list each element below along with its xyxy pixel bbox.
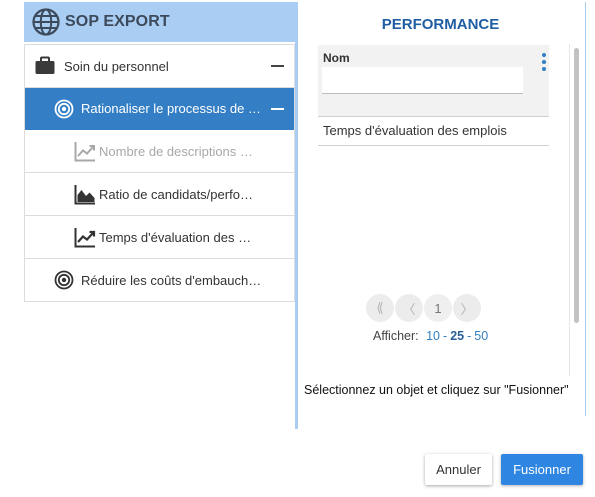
globe-icon xyxy=(32,8,60,36)
merge-button[interactable]: Fusionner xyxy=(501,454,583,485)
prev-page-button[interactable]: 〈 xyxy=(395,294,423,322)
cancel-button[interactable]: Annuler xyxy=(425,454,492,485)
first-page-button[interactable]: ⟪ xyxy=(366,294,394,322)
name-filter-input[interactable] xyxy=(322,67,523,94)
page-size-selector: Afficher: 10-25-50 xyxy=(373,329,488,343)
panel-divider xyxy=(295,2,298,429)
page-size-label: Afficher: xyxy=(373,329,419,343)
tree-item-rationaliser[interactable]: Rationaliser le processus de r… xyxy=(25,88,294,130)
tree-item-nombre-descriptions[interactable]: Nombre de descriptions é… xyxy=(25,130,294,173)
page-size-25[interactable]: 25 xyxy=(450,329,464,343)
tree-item-label: Réduire les coûts d'embauche… xyxy=(81,272,265,288)
panel-title: PERFORMANCE xyxy=(381,16,500,33)
tree-item-reduire-couts[interactable]: Réduire les coûts d'embauche… xyxy=(25,259,294,302)
collapse-icon[interactable] xyxy=(271,65,284,67)
tree-item-label: Soin du personnel xyxy=(64,58,169,74)
filter-box: Nom xyxy=(318,45,549,116)
app-title: SOP EXPORT xyxy=(65,13,170,30)
sop-export-header: SOP EXPORT xyxy=(24,2,296,42)
name-filter-label: Nom xyxy=(323,51,350,65)
page-size-10[interactable]: 10 xyxy=(426,329,440,343)
current-page[interactable]: 1 xyxy=(424,294,452,322)
tree-item-soin-du-personnel[interactable]: Soin du personnel xyxy=(25,45,294,88)
tree-item-label: Temps d'évaluation des e… xyxy=(99,229,257,245)
line-chart-icon xyxy=(74,228,96,248)
kebab-menu-icon[interactable] xyxy=(540,53,548,77)
tree-item-label: Nombre de descriptions é… xyxy=(99,143,257,159)
instruction-text: Sélectionnez un objet et cliquez sur "Fu… xyxy=(304,383,569,397)
objective-tree: Soin du personnel Rationaliser le proces… xyxy=(24,44,295,302)
tree-item-ratio-candidats[interactable]: Ratio de candidats/perfor… xyxy=(25,173,294,216)
scrollbar-thumb[interactable] xyxy=(574,48,579,323)
area-chart-icon xyxy=(74,185,95,205)
pagination: ⟪ 〈 1 〉 xyxy=(366,294,481,322)
scrollbar[interactable] xyxy=(569,44,581,376)
tree-item-label: Rationaliser le processus de r… xyxy=(81,101,261,116)
page-size-50[interactable]: 50 xyxy=(474,329,488,343)
target-icon xyxy=(54,99,74,118)
tree-item-temps-evaluation[interactable]: Temps d'évaluation des e… xyxy=(25,216,294,259)
target-icon xyxy=(54,270,74,290)
page-size-separator: - xyxy=(467,329,472,343)
list-item[interactable]: Temps d'évaluation des emplois xyxy=(318,116,549,146)
panel-border xyxy=(585,2,586,416)
collapse-icon[interactable] xyxy=(271,107,284,110)
next-page-button[interactable]: 〉 xyxy=(453,294,481,322)
line-chart-icon xyxy=(74,142,95,162)
tree-item-label: Ratio de candidats/perfor… xyxy=(99,186,257,202)
page-size-separator: - xyxy=(443,329,448,343)
briefcase-icon xyxy=(35,56,55,74)
